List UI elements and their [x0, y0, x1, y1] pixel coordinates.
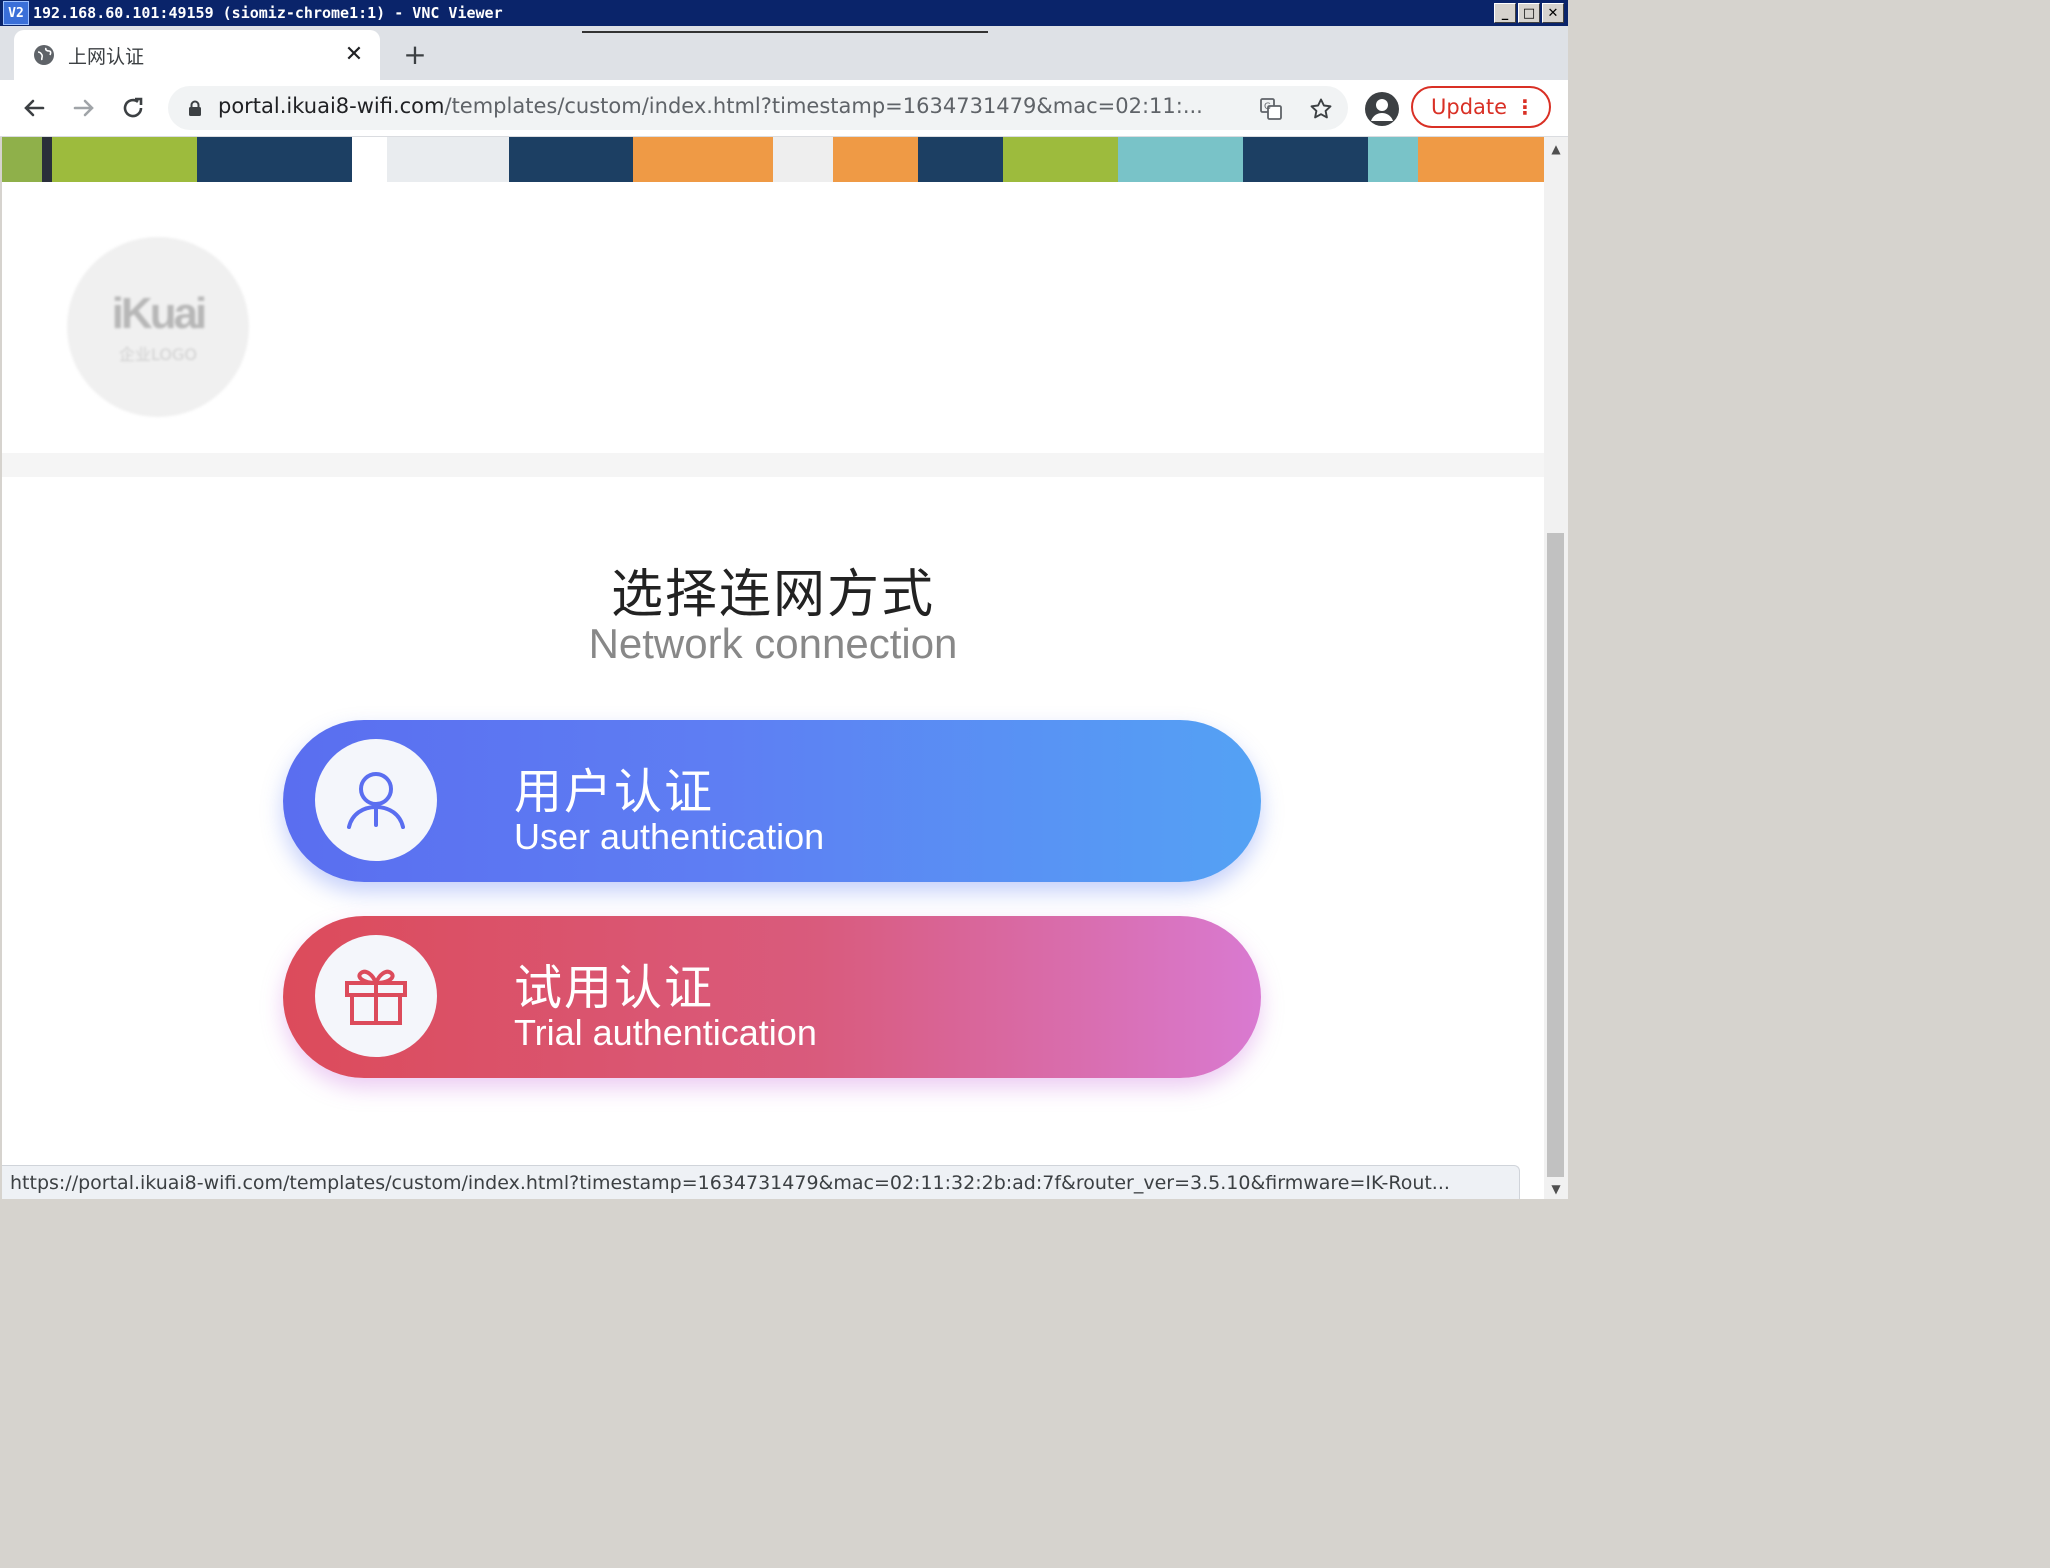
update-label: Update: [1431, 95, 1508, 119]
heading-chinese: 选择连网方式: [610, 565, 935, 625]
tab-title: 上网认证: [68, 45, 145, 68]
header-banner-image: [2, 137, 1544, 182]
gift-icon: [315, 935, 437, 1057]
scrollbar-thumb[interactable]: [1547, 533, 1564, 1177]
vnc-title-bar: V2 192.168.60.101:49159 (siomiz-chrome1:…: [0, 0, 1568, 26]
url-host: portal.ikuai8-wifi.com: [218, 94, 445, 118]
heading-english: Network connection: [588, 620, 958, 667]
maximize-button[interactable]: □: [1518, 3, 1540, 23]
scroll-up-arrow-icon[interactable]: ▲: [1544, 137, 1568, 161]
page-viewport: iKuai 企业LOGO 选择连网方式 Network connection 用…: [2, 137, 1544, 1199]
trial-authentication-button[interactable]: 试用认证 Trial authentication: [283, 916, 1261, 1078]
url-text: portal.ikuai8-wifi.com/templates/custom/…: [218, 94, 1238, 118]
tab-strip: 上网认证 ✕ +: [0, 26, 1568, 80]
back-button[interactable]: [18, 92, 50, 124]
trial-auth-label-cn: 试用认证: [514, 960, 715, 1016]
forward-button[interactable]: [68, 92, 100, 124]
menu-dots-icon[interactable]: ⋮: [1515, 97, 1535, 117]
new-tab-button[interactable]: +: [400, 40, 430, 70]
profile-avatar-icon[interactable]: [1365, 92, 1399, 126]
update-button[interactable]: Update ⋮: [1411, 86, 1551, 128]
user-auth-label-en: User authentication: [514, 816, 825, 857]
logo-text: iKuai: [111, 289, 208, 338]
translate-icon[interactable]: G: [1258, 96, 1284, 122]
url-path: /templates/custom/index.html?timestamp=1…: [444, 94, 1203, 118]
user-auth-label-cn: 用户认证: [514, 764, 715, 820]
reload-icon: [123, 97, 143, 118]
close-tab-icon[interactable]: ✕: [342, 42, 366, 67]
vnc-logo-icon: V2: [3, 1, 29, 25]
minimize-button[interactable]: _: [1494, 3, 1516, 23]
browser-toolbar: portal.ikuai8-wifi.com/templates/custom/…: [0, 80, 1568, 137]
section-divider: [2, 453, 1544, 477]
reload-button[interactable]: [117, 92, 149, 124]
close-window-button[interactable]: ✕: [1542, 3, 1564, 23]
trial-auth-label-en: Trial authentication: [514, 1012, 817, 1053]
vnc-window-title: 192.168.60.101:49159 (siomiz-chrome1:1) …: [33, 4, 503, 22]
address-bar[interactable]: portal.ikuai8-wifi.com/templates/custom/…: [168, 86, 1348, 130]
user-icon: [315, 739, 437, 861]
user-authentication-button[interactable]: 用户认证 User authentication: [283, 720, 1261, 882]
forward-arrow-icon: [73, 99, 94, 117]
browser-tab[interactable]: 上网认证 ✕: [14, 30, 380, 80]
scroll-down-arrow-icon[interactable]: ▼: [1544, 1179, 1568, 1199]
globe-icon: [34, 45, 54, 65]
link-status-bubble: https://portal.ikuai8-wifi.com/templates…: [2, 1165, 1520, 1199]
logo-subtext: 企业LOGO: [119, 345, 197, 364]
vnc-window-controls: _ □ ✕: [1494, 3, 1564, 23]
vertical-scrollbar[interactable]: ▲ ▼: [1544, 137, 1568, 1199]
svg-text:G: G: [1264, 102, 1271, 112]
company-logo: iKuai 企业LOGO: [67, 237, 249, 417]
drag-indicator: [582, 31, 988, 33]
star-icon[interactable]: [1308, 96, 1334, 122]
lock-icon: [189, 100, 201, 116]
back-arrow-icon: [24, 99, 45, 117]
